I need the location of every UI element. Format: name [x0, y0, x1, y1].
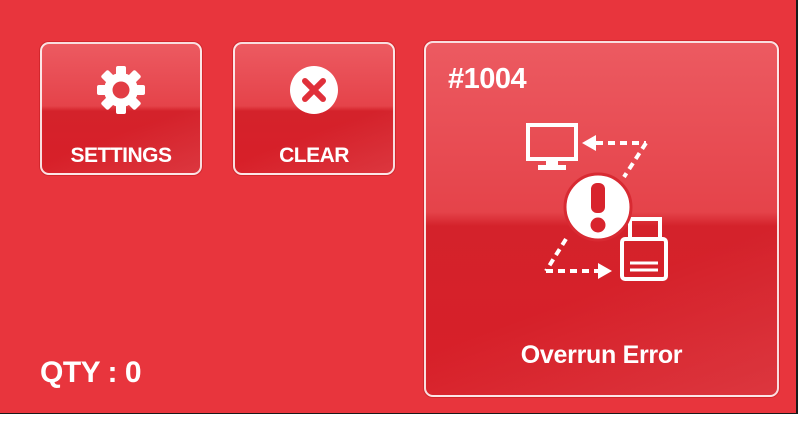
error-title: Overrun Error: [520, 341, 683, 369]
error-code: #1004: [448, 63, 527, 95]
error-card[interactable]: #1004 Overrun Error: [424, 41, 779, 397]
settings-button-label: SETTINGS: [70, 144, 172, 167]
qty-separator: :: [99, 356, 125, 389]
settings-button[interactable]: SETTINGS: [40, 42, 202, 175]
qty-value: 0: [124, 356, 142, 389]
qty-label: QTY: [40, 356, 100, 389]
clear-button[interactable]: CLEAR: [233, 42, 395, 175]
clear-button-label: CLEAR: [279, 144, 349, 167]
overrun-error-icon: [526, 123, 668, 281]
close-circle-icon: [290, 66, 338, 114]
gear-icon: [97, 66, 145, 114]
device-screen: SETTINGS CLEAR #1004 Overrun Error QTY:…: [0, 0, 798, 414]
quantity-readout: QTY : 0: [40, 356, 142, 390]
